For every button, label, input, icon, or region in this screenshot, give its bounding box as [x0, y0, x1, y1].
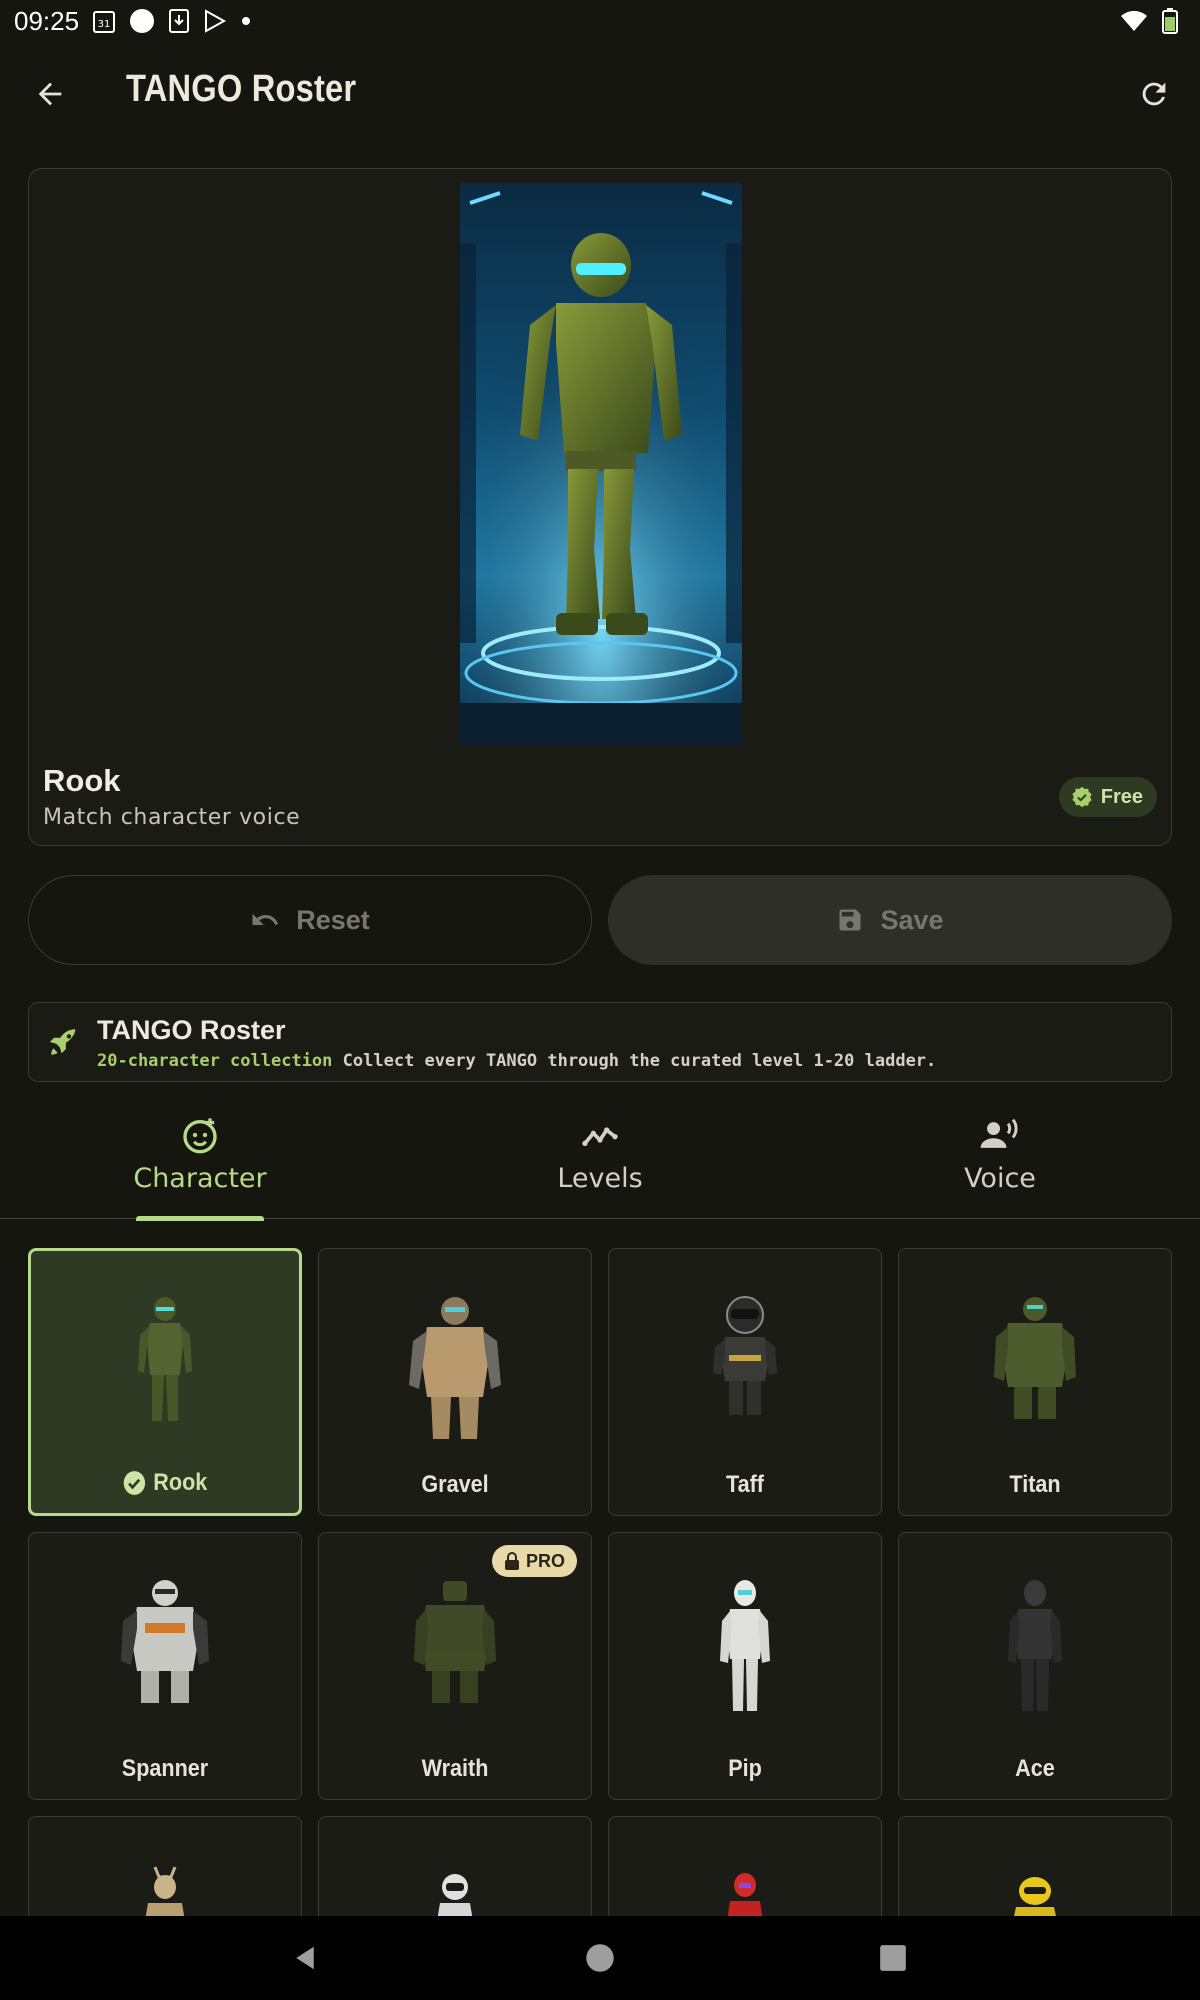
- calendar-icon: 31: [93, 9, 116, 33]
- verified-check-icon: [1072, 786, 1092, 808]
- refresh-icon: [1142, 82, 1166, 106]
- square-recents-icon: [880, 1945, 906, 1971]
- tab-levels-label: Levels: [557, 1163, 643, 1194]
- ace-figure: [1008, 1580, 1062, 1711]
- play-store-icon: [203, 9, 227, 33]
- tab-character[interactable]: Character: [0, 1105, 400, 1221]
- trend-line-icon: [580, 1115, 620, 1155]
- character-card-spanner[interactable]: Spanner: [28, 1532, 302, 1800]
- character-card[interactable]: [28, 1816, 302, 1916]
- character-card-wraith[interactable]: PRO Wraith: [318, 1532, 592, 1800]
- arrow-left-icon: [38, 82, 62, 106]
- pip-figure: [720, 1580, 770, 1711]
- pro-badge: PRO: [491, 1545, 577, 1577]
- character-figure: [1014, 1877, 1056, 1916]
- gravel-figure: [409, 1297, 501, 1439]
- free-badge-label: Free: [1100, 785, 1143, 808]
- banner-title: TANGO Roster: [97, 1015, 286, 1045]
- character-preview-card: Rook Match character voice Free: [28, 168, 1172, 846]
- character-preview-image: [460, 183, 742, 745]
- wraith-figure: [414, 1581, 496, 1703]
- character-name-ace: Ace: [1015, 1755, 1055, 1782]
- character-name-taff: Taff: [726, 1471, 764, 1498]
- card-label: Spanner: [43, 1755, 288, 1783]
- spanner-figure: [121, 1580, 209, 1703]
- character-card[interactable]: [318, 1816, 592, 1916]
- circle-icon: [129, 8, 155, 34]
- page-title: TANGO Roster: [126, 68, 357, 110]
- reset-label: Reset: [296, 904, 370, 935]
- reset-button[interactable]: Reset: [28, 875, 592, 965]
- character-card-ace[interactable]: Ace: [898, 1532, 1172, 1800]
- svg-text:31: 31: [98, 19, 111, 30]
- check-circle-icon: [123, 1471, 146, 1495]
- status-time: 09:25: [14, 5, 80, 36]
- character-name-spanner: Spanner: [121, 1755, 209, 1782]
- dot-icon: [241, 16, 251, 26]
- tab-voice-label: Voice: [964, 1163, 1036, 1194]
- rook-figure: [138, 1297, 192, 1421]
- card-label: Wraith: [333, 1755, 578, 1783]
- tab-character-label: Character: [133, 1163, 267, 1194]
- tab-voice[interactable]: Voice: [800, 1105, 1200, 1219]
- system-navigation-bar: [0, 1916, 1200, 2000]
- back-button[interactable]: [22, 66, 78, 122]
- wifi-icon: [1120, 9, 1148, 40]
- pro-badge-label: PRO: [525, 1550, 565, 1571]
- face-icon: [180, 1115, 220, 1155]
- tab-bar: Character Levels Voice: [0, 1105, 1200, 1221]
- triangle-back-icon: [296, 1946, 314, 1970]
- circle-home-icon: [586, 1944, 614, 1972]
- card-label: Rook: [44, 1469, 285, 1497]
- character-card[interactable]: [608, 1816, 882, 1916]
- status-bar: 09:25 31: [0, 0, 1200, 42]
- banner-highlight: 20-character collection: [97, 1051, 333, 1071]
- character-name-titan: Titan: [1009, 1471, 1061, 1498]
- card-label: Gravel: [333, 1471, 578, 1499]
- card-label: Titan: [913, 1471, 1158, 1499]
- roster-info-banner: TANGO Roster 20-character collection Col…: [28, 1002, 1172, 1082]
- taff-figure: [713, 1296, 777, 1415]
- character-card-titan[interactable]: Titan: [898, 1248, 1172, 1516]
- character-subtitle: Match character voice: [43, 805, 301, 830]
- refresh-button[interactable]: [1126, 66, 1182, 122]
- card-label: Taff: [623, 1471, 868, 1499]
- free-badge: Free: [1058, 777, 1157, 817]
- banner-text: 20-character collection Collect every TA…: [97, 1051, 936, 1071]
- character-figure: [145, 1866, 185, 1916]
- character-figure: [727, 1873, 763, 1916]
- download-icon: [169, 9, 190, 33]
- rocket-icon: [47, 1025, 81, 1063]
- character-name-pip: Pip: [728, 1755, 762, 1782]
- character-card-rook[interactable]: Rook: [28, 1248, 302, 1516]
- nav-recents-button[interactable]: [873, 1938, 913, 1978]
- character-card[interactable]: [898, 1816, 1172, 1916]
- banner-description: Collect every TANGO through the curated …: [342, 1051, 937, 1071]
- card-label: Pip: [623, 1755, 868, 1783]
- tab-levels[interactable]: Levels: [400, 1105, 800, 1219]
- character-name-wraith: Wraith: [421, 1755, 489, 1782]
- battery-icon: [1162, 8, 1178, 41]
- character-name: Rook: [43, 763, 121, 798]
- nav-home-button[interactable]: [580, 1938, 620, 1978]
- active-tab-indicator: [136, 1216, 264, 1221]
- character-name-rook: Rook: [153, 1469, 208, 1496]
- character-card-gravel[interactable]: Gravel: [318, 1248, 592, 1516]
- character-figure: [437, 1874, 473, 1916]
- nav-back-button[interactable]: [285, 1938, 325, 1978]
- undo-icon: [252, 913, 279, 925]
- card-label: Ace: [913, 1755, 1158, 1783]
- save-button[interactable]: Save: [608, 875, 1172, 965]
- lock-icon: [504, 1552, 519, 1570]
- voice-icon: [979, 1115, 1021, 1155]
- character-card-taff[interactable]: Taff: [608, 1248, 882, 1516]
- save-icon: [839, 909, 861, 931]
- character-grid: Rook Gravel Taff Titan Spanner PRO Wrait…: [28, 1248, 1172, 1916]
- save-label: Save: [880, 904, 944, 935]
- top-app-bar: TANGO Roster: [0, 48, 1200, 138]
- titan-figure: [994, 1297, 1076, 1419]
- character-card-pip[interactable]: Pip: [608, 1532, 882, 1800]
- character-name-gravel: Gravel: [421, 1471, 489, 1498]
